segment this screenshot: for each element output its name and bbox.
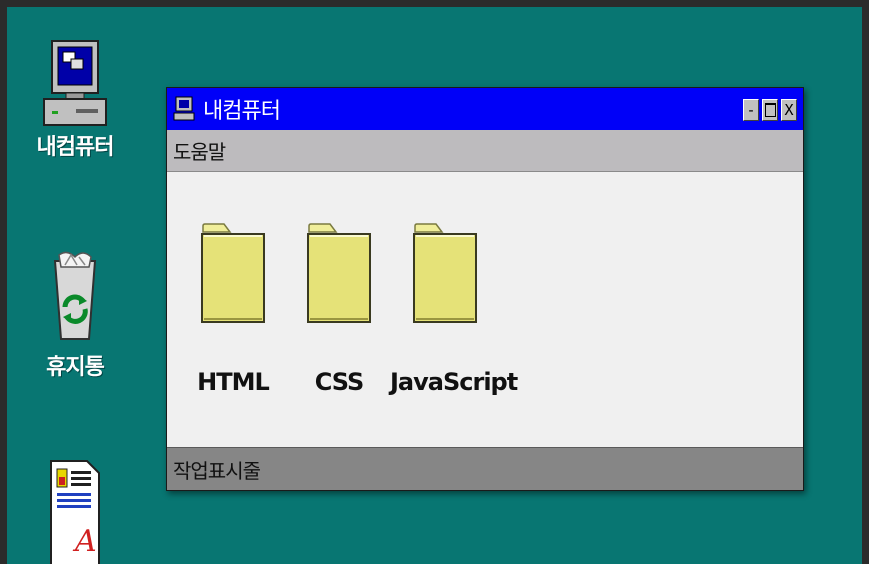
document-icon: A — [50, 460, 100, 564]
folder-label: JavaScript — [390, 368, 518, 396]
close-icon: X — [784, 101, 794, 119]
folder-label: HTML — [197, 368, 270, 396]
close-button[interactable]: X — [781, 99, 797, 121]
minimize-icon: - — [746, 101, 756, 119]
folder-icon — [307, 223, 371, 323]
status-bar: 작업표시줄 — [167, 447, 803, 490]
window-title: 내컴퓨터 — [203, 99, 281, 124]
desktop-icon-document[interactable]: A — [25, 459, 125, 564]
folder-icon — [201, 223, 265, 323]
desktop-icon-label: 휴지통 — [46, 355, 105, 380]
menu-bar: 도움말 — [167, 130, 803, 172]
menu-item-help[interactable]: 도움말 — [173, 136, 226, 165]
desktop-icon-recycle-bin[interactable]: 휴지통 — [25, 251, 125, 381]
desktop-icon-label: 내컴퓨터 — [36, 135, 115, 160]
status-text: 작업표시줄 — [173, 458, 261, 483]
computer-small-icon — [173, 96, 195, 121]
maximize-button[interactable] — [762, 99, 778, 121]
window-titlebar[interactable]: 내컴퓨터 - X — [167, 88, 803, 130]
svg-text:A: A — [72, 524, 97, 559]
minimize-button[interactable]: - — [743, 99, 759, 121]
folder-html[interactable]: HTML — [178, 222, 288, 396]
desktop: 내컴퓨터 휴지통 A 내컴퓨터 - X 도움말 HTML CSS JavaScr… — [7, 7, 862, 564]
desktop-icon-my-computer[interactable]: 내컴퓨터 — [25, 39, 125, 161]
window-controls: - X — [743, 99, 797, 121]
folder-css[interactable]: CSS — [284, 222, 394, 396]
recycle-bin-icon — [53, 251, 97, 340]
folder-label: CSS — [314, 368, 365, 396]
folder-javascript[interactable]: JavaScript — [390, 222, 518, 396]
maximize-icon — [764, 103, 776, 117]
folder-icon — [413, 223, 477, 323]
window-content: HTML CSS JavaScript — [167, 172, 803, 447]
my-computer-window: 내컴퓨터 - X 도움말 HTML CSS JavaScript 작업표시줄 — [166, 87, 804, 491]
